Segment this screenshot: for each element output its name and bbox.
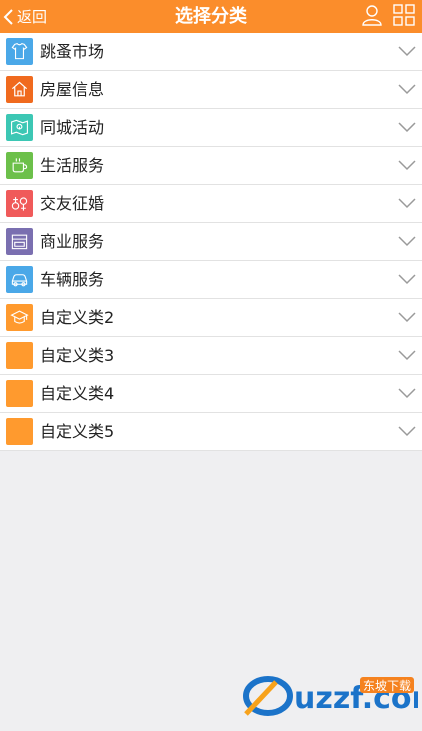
page-title: 选择分类	[175, 6, 247, 27]
graduation-cap-icon	[6, 304, 33, 331]
category-row[interactable]: 自定义类2	[0, 299, 422, 337]
category-label: 车辆服务	[40, 270, 105, 289]
category-label: 自定义类3	[40, 346, 115, 365]
store-icon	[6, 228, 33, 255]
category-label: 生活服务	[40, 156, 105, 175]
chevron-down-icon[interactable]	[397, 196, 417, 210]
chevron-down-icon[interactable]	[397, 272, 417, 286]
cup-icon	[6, 152, 33, 179]
back-button[interactable]: 返回	[2, 0, 47, 33]
chevron-down-icon[interactable]	[397, 158, 417, 172]
blank-icon	[6, 342, 33, 369]
category-label: 自定义类4	[40, 384, 115, 403]
back-label: 返回	[17, 8, 48, 26]
house-icon	[6, 76, 33, 103]
grid-icon[interactable]	[392, 3, 416, 27]
svg-text:东坡下载: 东坡下载	[363, 679, 411, 693]
category-label: 交友征婚	[40, 194, 105, 213]
category-label: 自定义类2	[40, 308, 115, 327]
category-row[interactable]: 商业服务	[0, 223, 422, 261]
uzzf-logo: uzzf.com 东坡下载	[243, 676, 418, 716]
category-label: 跳蚤市场	[40, 42, 105, 61]
category-label: 房屋信息	[40, 80, 105, 99]
category-label: 同城活动	[40, 118, 105, 137]
chevron-down-icon[interactable]	[397, 120, 417, 134]
category-row[interactable]: 生活服务	[0, 147, 422, 185]
blank-icon	[6, 380, 33, 407]
car-icon	[6, 266, 33, 293]
tshirt-icon	[6, 38, 33, 65]
user-icon[interactable]	[360, 3, 384, 27]
top-bar: 返回 选择分类	[0, 0, 422, 33]
chevron-down-icon[interactable]	[397, 82, 417, 96]
chevron-down-icon[interactable]	[397, 386, 417, 400]
chevron-down-icon[interactable]	[397, 310, 417, 324]
chevron-left-icon	[3, 8, 13, 25]
category-row[interactable]: 跳蚤市场	[0, 33, 422, 71]
category-row[interactable]: 自定义类3	[0, 337, 422, 375]
category-row[interactable]: 自定义类5	[0, 413, 422, 451]
chevron-down-icon[interactable]	[397, 234, 417, 248]
chevron-down-icon[interactable]	[397, 424, 417, 438]
gender-icon	[6, 190, 33, 217]
blank-icon	[6, 418, 33, 445]
category-row[interactable]: 车辆服务	[0, 261, 422, 299]
category-label: 自定义类5	[40, 422, 115, 441]
chevron-down-icon[interactable]	[397, 44, 417, 58]
category-row[interactable]: 自定义类4	[0, 375, 422, 413]
category-row[interactable]: 房屋信息	[0, 71, 422, 109]
category-row[interactable]: 同城活动	[0, 109, 422, 147]
category-label: 商业服务	[40, 232, 105, 251]
chevron-down-icon[interactable]	[397, 348, 417, 362]
category-list: 跳蚤市场房屋信息同城活动生活服务交友征婚商业服务车辆服务自定义类2 自定义类3 自定…	[0, 33, 422, 451]
map-icon	[6, 114, 33, 141]
category-row[interactable]: 交友征婚	[0, 185, 422, 223]
